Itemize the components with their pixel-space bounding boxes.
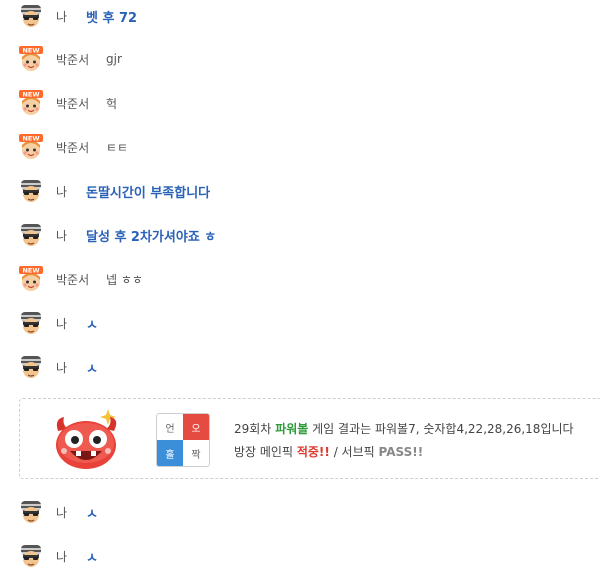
- message-text: 헉: [106, 96, 118, 111]
- nickname[interactable]: 박준서: [56, 139, 89, 156]
- grid-cell-even: 짝: [191, 449, 201, 461]
- pick-separator: / 서브픽: [333, 445, 375, 459]
- message-text: gjr: [106, 52, 122, 66]
- result-text: 게임 결과는 파워볼7, 숫자합4,22,28,26,18입니다: [312, 422, 574, 436]
- nickname[interactable]: 나: [56, 227, 76, 244]
- chat-message: NEW 박준서 gjr: [18, 46, 122, 72]
- message-text: ㅌㅌ: [106, 140, 129, 155]
- game-name: 파워볼: [275, 422, 309, 436]
- new-user-avatar-icon[interactable]: NEW: [18, 266, 44, 292]
- nickname[interactable]: 박준서: [56, 95, 89, 112]
- message-text: 넵 ㅎㅎ: [106, 272, 143, 287]
- nickname[interactable]: 나: [56, 8, 76, 25]
- nickname[interactable]: 나: [56, 548, 76, 565]
- my-avatar-icon[interactable]: [18, 310, 44, 336]
- chat-message: NEW 박준서 넵 ㅎㅎ: [18, 266, 143, 292]
- message-text: ㅅ: [86, 506, 98, 522]
- round-number: 29회차: [234, 422, 272, 436]
- message-text: 돈딸시간이 부족합니다: [86, 185, 211, 201]
- message-text: 벳 후 72: [86, 10, 138, 26]
- svg-text:NEW: NEW: [22, 135, 39, 143]
- sub-pick-result: PASS!!: [378, 445, 424, 459]
- chat-message: 나ㅅ: [18, 311, 98, 335]
- chat-message: 나ㅅ: [18, 500, 98, 524]
- my-avatar-icon[interactable]: [18, 3, 44, 29]
- odd-even-grid: 언 오 홀 짝: [156, 413, 210, 467]
- grid-cell-under: 언: [165, 423, 175, 435]
- devil-mascot-icon: [48, 407, 126, 473]
- message-text: 달성 후 2차가셔야죠 ㅎ: [86, 229, 217, 245]
- nickname[interactable]: 나: [56, 315, 76, 332]
- svg-text:NEW: NEW: [22, 91, 39, 99]
- new-user-avatar-icon[interactable]: NEW: [18, 46, 44, 72]
- message-text: ㅅ: [86, 550, 98, 566]
- svg-text:NEW: NEW: [22, 47, 39, 55]
- chat-message: NEW 박준서 ㅌㅌ: [18, 134, 129, 160]
- grid-cell-over: 오: [183, 414, 209, 440]
- pick-line: 방장 메인픽 적중!! / 서브픽 PASS!!: [234, 443, 423, 460]
- message-text: ㅅ: [86, 317, 98, 333]
- game-result-card: 언 오 홀 짝 29회차 파워볼 게임 결과는 파워볼7, 숫자합4,22,28…: [19, 398, 600, 479]
- chat-message: 나 벳 후 72: [18, 4, 137, 28]
- result-line: 29회차 파워볼 게임 결과는 파워볼7, 숫자합4,22,28,26,18입니…: [234, 420, 574, 437]
- my-avatar-icon[interactable]: [18, 543, 44, 569]
- chat-message: 나 달성 후 2차가셔야죠 ㅎ: [18, 223, 216, 247]
- message-text: ㅅ: [86, 361, 98, 377]
- main-pick-result: 적중!!: [296, 445, 330, 459]
- my-avatar-icon[interactable]: [18, 222, 44, 248]
- svg-text:NEW: NEW: [22, 267, 39, 275]
- grid-cell-odd: 홀: [157, 440, 183, 466]
- nickname[interactable]: 나: [56, 504, 76, 521]
- my-avatar-icon[interactable]: [18, 178, 44, 204]
- my-avatar-icon[interactable]: [18, 354, 44, 380]
- nickname[interactable]: 박준서: [56, 51, 89, 68]
- nickname[interactable]: 나: [56, 359, 76, 376]
- nickname[interactable]: 나: [56, 183, 76, 200]
- my-avatar-icon[interactable]: [18, 499, 44, 525]
- new-user-avatar-icon[interactable]: NEW: [18, 90, 44, 116]
- chat-message: 나 돈딸시간이 부족합니다: [18, 179, 210, 203]
- chat-message: NEW 박준서 헉: [18, 90, 118, 116]
- chat-message: 나ㅅ: [18, 544, 98, 568]
- new-user-avatar-icon[interactable]: NEW: [18, 134, 44, 160]
- chat-message: 나ㅅ: [18, 355, 98, 379]
- nickname[interactable]: 박준서: [56, 271, 89, 288]
- pick-prefix: 방장 메인픽: [234, 445, 294, 459]
